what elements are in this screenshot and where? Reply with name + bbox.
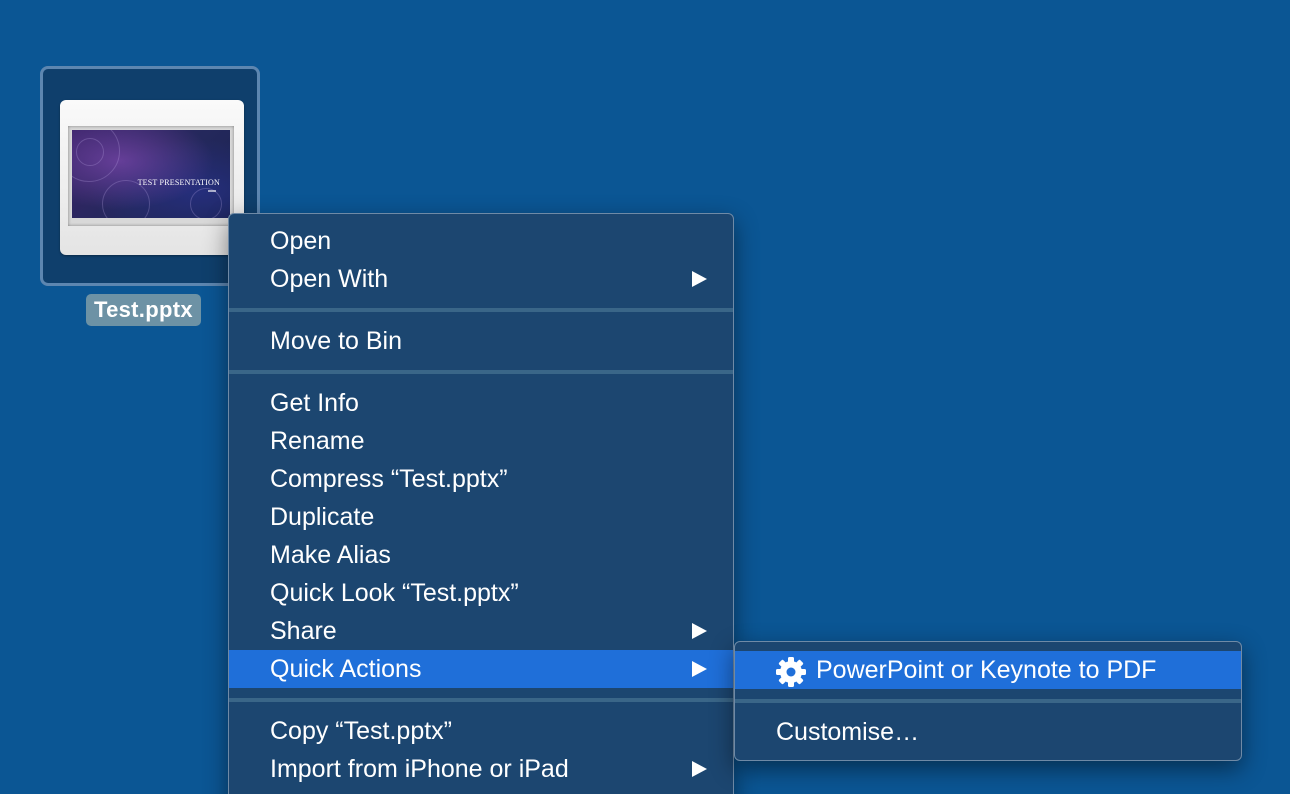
context-menu: Open Open With Move to Bin Get Info Rena… [228, 213, 734, 794]
submenu-item-powerpoint-to-pdf[interactable]: PowerPoint or Keynote to PDF [735, 651, 1241, 689]
menu-item-label: Quick Look “Test.pptx” [270, 579, 519, 607]
menu-item-share[interactable]: Share [229, 612, 733, 650]
menu-item-move-to-bin[interactable]: Move to Bin [229, 322, 733, 360]
menu-item-label: Duplicate [270, 503, 375, 531]
menu-item-get-info[interactable]: Get Info [229, 384, 733, 422]
submenu-arrow-icon [692, 271, 707, 287]
submenu-arrow-icon [692, 661, 707, 677]
menu-separator [229, 370, 733, 374]
slide-frame: TEST PRESENTATION [68, 126, 234, 226]
menu-item-quick-actions[interactable]: Quick Actions [229, 650, 733, 688]
menu-item-copy[interactable]: Copy “Test.pptx” [229, 712, 733, 750]
menu-item-label: Move to Bin [270, 327, 403, 355]
menu-item-label: Make Alias [270, 541, 391, 569]
menu-item-make-alias[interactable]: Make Alias [229, 536, 733, 574]
file-icon-test-pptx[interactable]: TEST PRESENTATION [40, 66, 260, 286]
menu-item-compress[interactable]: Compress “Test.pptx” [229, 460, 733, 498]
menu-separator [735, 699, 1241, 703]
menu-item-label: Get Info [270, 389, 359, 417]
menu-item-label: Compress “Test.pptx” [270, 465, 508, 493]
menu-item-label: Share [270, 617, 337, 645]
presentation-thumbnail: TEST PRESENTATION [60, 100, 244, 255]
decorative-ring [76, 138, 104, 166]
menu-item-quick-look[interactable]: Quick Look “Test.pptx” [229, 574, 733, 612]
submenu-item-label: Customise… [776, 718, 920, 746]
menu-item-label: Import from iPhone or iPad [270, 755, 569, 783]
submenu-item-label: PowerPoint or Keynote to PDF [816, 656, 1157, 684]
submenu-item-customise[interactable]: Customise… [735, 713, 1241, 751]
menu-item-open[interactable]: Open [229, 222, 733, 260]
menu-item-rename[interactable]: Rename [229, 422, 733, 460]
slide-preview: TEST PRESENTATION [72, 130, 230, 218]
menu-item-label: Rename [270, 427, 365, 455]
menu-item-label: Open With [270, 265, 389, 293]
menu-item-import-from-iphone[interactable]: Import from iPhone or iPad [229, 750, 733, 788]
quick-actions-submenu: PowerPoint or Keynote to PDF Customise… [734, 641, 1242, 761]
menu-item-label: Open [270, 227, 332, 255]
gear-icon [776, 657, 806, 687]
menu-separator [229, 308, 733, 312]
menu-item-duplicate[interactable]: Duplicate [229, 498, 733, 536]
slide-title: TEST PRESENTATION [137, 178, 220, 187]
file-name-label[interactable]: Test.pptx [86, 294, 201, 326]
submenu-arrow-icon [692, 623, 707, 639]
menu-item-label: Quick Actions [270, 655, 422, 683]
slide-subtitle-mark [208, 190, 216, 192]
menu-item-open-with[interactable]: Open With [229, 260, 733, 298]
menu-item-label: Copy “Test.pptx” [270, 717, 453, 745]
decorative-ring [190, 188, 222, 218]
submenu-arrow-icon [692, 761, 707, 777]
menu-separator [229, 698, 733, 702]
